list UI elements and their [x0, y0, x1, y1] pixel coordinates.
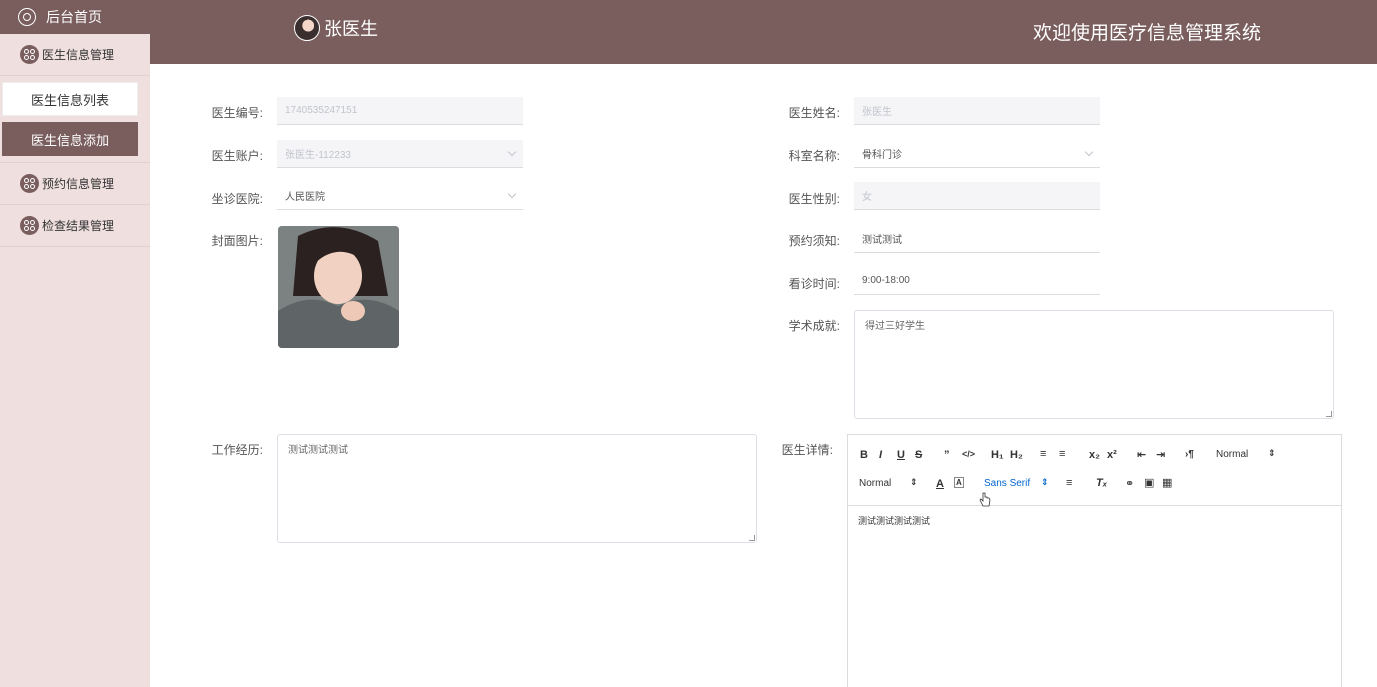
notice-value: 测试测试 — [862, 235, 902, 246]
welcome-text: 欢迎使用医疗信息管理系统 — [1033, 23, 1262, 44]
bold-icon[interactable]: B — [860, 449, 868, 461]
sidebar-home[interactable]: 后台首页 — [0, 0, 150, 34]
hospital-label: 坐诊医院: — [211, 192, 263, 206]
select-arrows-icon: ⇕ — [910, 477, 918, 487]
font-select-value: Sans Serif — [984, 478, 1031, 489]
user-info[interactable]: 张医生 — [294, 15, 378, 41]
doctor-no-input[interactable]: 1740535247151 — [277, 97, 523, 125]
sidebar-group-label: 医生信息管理 — [42, 48, 115, 62]
sidebar-item-doctor-list[interactable]: 医生信息列表 — [2, 82, 138, 116]
account-label: 医生账户: — [211, 149, 263, 163]
top-header: 张医生 欢迎使用医疗信息管理系统 — [150, 0, 1377, 64]
sidebar: 后台首页 医生信息管理 医生信息列表 医生信息添加 预约信息管理 检查结果管理 — [0, 0, 150, 687]
doctor-no-value: 1740535247151 — [285, 105, 358, 116]
header-select[interactable]: Normal — [1216, 449, 1248, 460]
portrait-photo — [278, 226, 399, 348]
sidebar-group-label: 预约信息管理 — [42, 177, 115, 191]
resize-handle[interactable] — [1326, 411, 1332, 417]
home-icon — [18, 8, 36, 26]
experience-textarea[interactable]: 测试测试测试 — [277, 434, 757, 543]
avatar — [294, 15, 320, 41]
experience-value: 测试测试测试 — [288, 445, 348, 456]
gender-value: 女 — [862, 192, 872, 203]
achievement-value: 得过三好学生 — [865, 321, 925, 332]
subscript-icon[interactable]: x₂ — [1089, 449, 1100, 461]
font-color-icon[interactable]: A — [936, 478, 944, 490]
italic-icon[interactable]: I — [879, 449, 882, 461]
account-value: 张医生-112233 — [285, 150, 351, 161]
align-icon[interactable]: ≡ — [1066, 477, 1072, 489]
gender-label: 医生性别: — [788, 192, 840, 206]
notice-input[interactable]: 测试测试 — [854, 225, 1100, 253]
header2-icon[interactable]: H₂ — [1010, 449, 1023, 461]
doctor-name-label: 医生姓名: — [788, 106, 840, 120]
size-select-value: Normal — [859, 478, 892, 489]
cover-label: 封面图片: — [211, 234, 263, 248]
sidebar-group-doctor[interactable]: 医生信息管理 — [0, 34, 150, 76]
strike-icon[interactable]: S — [915, 449, 922, 461]
sidebar-submenu: 医生信息列表 医生信息添加 — [0, 82, 150, 163]
direction-icon[interactable]: ›¶ — [1185, 449, 1194, 460]
sidebar-group-label: 检查结果管理 — [42, 219, 115, 233]
clear-format-icon[interactable]: Tₓ — [1096, 477, 1107, 489]
hospital-select[interactable]: 人民医院 — [277, 182, 523, 210]
department-label: 科室名称: — [788, 149, 840, 163]
chevron-down-icon — [507, 147, 517, 157]
size-select[interactable]: Normal — [859, 478, 891, 489]
superscript-icon[interactable]: x² — [1107, 449, 1117, 461]
grid-icon — [20, 216, 39, 235]
sidebar-group-appointment[interactable]: 预约信息管理 — [0, 163, 150, 205]
link-icon[interactable]: ⚭ — [1125, 477, 1134, 490]
select-arrows-icon: ⇕ — [1268, 448, 1276, 458]
doctor-no-label: 医生编号: — [211, 106, 263, 120]
grid-icon — [20, 174, 39, 193]
editor-toolbar: B I U S ” </> H₁ H₂ ≡ ≡ x₂ x² ⇤ ⇥ ›¶ Nor… — [848, 435, 1341, 506]
font-select[interactable]: Sans Serif — [984, 478, 1030, 489]
ordered-list-icon[interactable]: ≡ — [1040, 448, 1046, 460]
blockquote-icon[interactable]: ” — [944, 449, 950, 461]
doctor-name-input[interactable]: 张医生 — [854, 97, 1100, 125]
achievement-textarea[interactable]: 得过三好学生 — [854, 310, 1334, 419]
code-block-icon[interactable]: </> — [962, 449, 975, 459]
grid-icon — [20, 45, 39, 64]
experience-label: 工作经历: — [211, 443, 263, 457]
user-name: 张医生 — [324, 19, 378, 39]
underline-icon[interactable]: U — [897, 449, 905, 461]
sidebar-group-results[interactable]: 检查结果管理 — [0, 205, 150, 247]
video-icon[interactable]: ▦ — [1162, 476, 1172, 489]
detail-value: 测试测试测试测试 — [858, 516, 931, 526]
select-arrows-icon: ⇕ — [1041, 477, 1049, 487]
background-color-icon[interactable]: A — [954, 477, 964, 488]
sidebar-item-doctor-add[interactable]: 医生信息添加 — [2, 122, 138, 156]
header1-icon[interactable]: H₁ — [991, 449, 1004, 461]
gender-input[interactable]: 女 — [854, 182, 1100, 210]
outdent-icon[interactable]: ⇤ — [1137, 448, 1146, 461]
achievement-label: 学术成就: — [788, 319, 840, 333]
doctor-name-value: 张医生 — [862, 107, 892, 118]
hours-value: 9:00-18:00 — [862, 275, 910, 286]
hours-label: 看诊时间: — [788, 277, 840, 291]
editor-content[interactable]: 测试测试测试测试 — [848, 506, 1341, 535]
indent-icon[interactable]: ⇥ — [1156, 448, 1165, 461]
department-value: 骨科门诊 — [862, 150, 902, 161]
notice-label: 预约须知: — [788, 234, 840, 248]
chevron-down-icon — [1084, 147, 1094, 157]
chevron-down-icon — [507, 189, 517, 199]
sidebar-home-label: 后台首页 — [46, 9, 102, 25]
rich-text-editor: B I U S ” </> H₁ H₂ ≡ ≡ x₂ x² ⇤ ⇥ ›¶ Nor… — [847, 434, 1342, 687]
hand-cursor-icon — [979, 492, 991, 507]
cover-image[interactable] — [278, 226, 399, 348]
hours-input[interactable]: 9:00-18:00 — [854, 267, 1100, 295]
detail-label: 医生详情: — [781, 443, 833, 457]
resize-handle[interactable] — [749, 535, 755, 541]
bullet-list-icon[interactable]: ≡ — [1059, 448, 1065, 460]
image-icon[interactable]: ▣ — [1144, 476, 1154, 489]
header-select-value: Normal — [1216, 449, 1249, 460]
department-select[interactable]: 骨科门诊 — [854, 140, 1100, 168]
account-select[interactable]: 张医生-112233 — [277, 140, 523, 168]
hospital-value: 人民医院 — [285, 192, 325, 203]
